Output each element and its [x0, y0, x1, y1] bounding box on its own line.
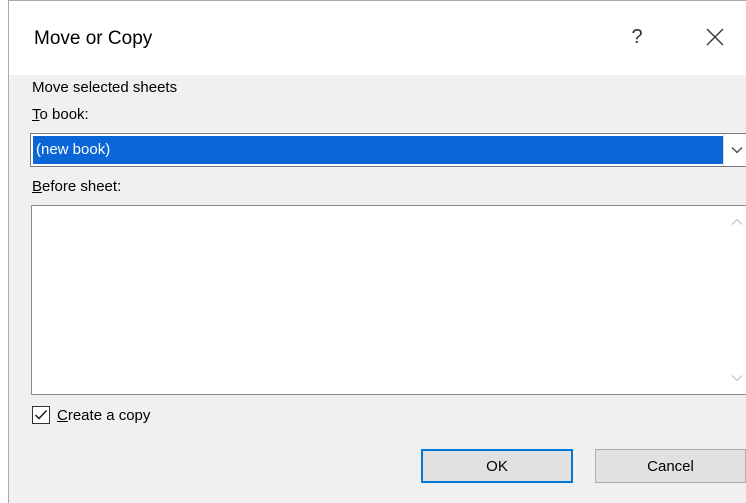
before-sheet-label: Before sheet: — [32, 178, 121, 196]
to-book-label: To book: — [32, 106, 89, 124]
chevron-down-icon — [731, 375, 743, 382]
title-bar: Move or Copy ? — [9, 1, 746, 75]
cancel-button[interactable]: Cancel — [595, 449, 746, 483]
create-copy-mnemonic: C — [57, 407, 68, 424]
to-book-dropdown[interactable]: (new book) — [30, 133, 746, 167]
move-or-copy-dialog: Move or Copy ? Move selected sheets To b… — [8, 0, 746, 503]
help-button[interactable]: ? — [617, 19, 657, 55]
close-icon — [706, 28, 724, 46]
checkmark-icon — [34, 409, 48, 420]
before-sheet-label-text: efore sheet: — [42, 178, 122, 195]
create-copy-label[interactable]: Create a copy — [57, 407, 150, 425]
scroll-down-button[interactable] — [727, 368, 746, 388]
create-copy-checkbox[interactable] — [32, 406, 50, 424]
before-sheet-mnemonic: B — [32, 178, 43, 195]
before-sheet-list[interactable] — [31, 205, 746, 395]
close-button[interactable] — [695, 19, 735, 55]
move-selected-sheets-heading: Move selected sheets — [32, 79, 178, 96]
dialog-title: Move or Copy — [34, 28, 153, 49]
to-book-selected-value: (new book) — [33, 136, 723, 164]
create-copy-label-text: reate a copy — [67, 407, 151, 424]
chevron-down-icon — [731, 147, 742, 154]
to-book-label-text: o book: — [39, 106, 89, 123]
chevron-up-icon — [731, 218, 743, 225]
ok-button[interactable]: OK — [421, 449, 573, 483]
dropdown-arrow-button[interactable] — [723, 134, 746, 166]
to-book-mnemonic: T — [32, 106, 40, 123]
scroll-up-button[interactable] — [727, 212, 746, 232]
